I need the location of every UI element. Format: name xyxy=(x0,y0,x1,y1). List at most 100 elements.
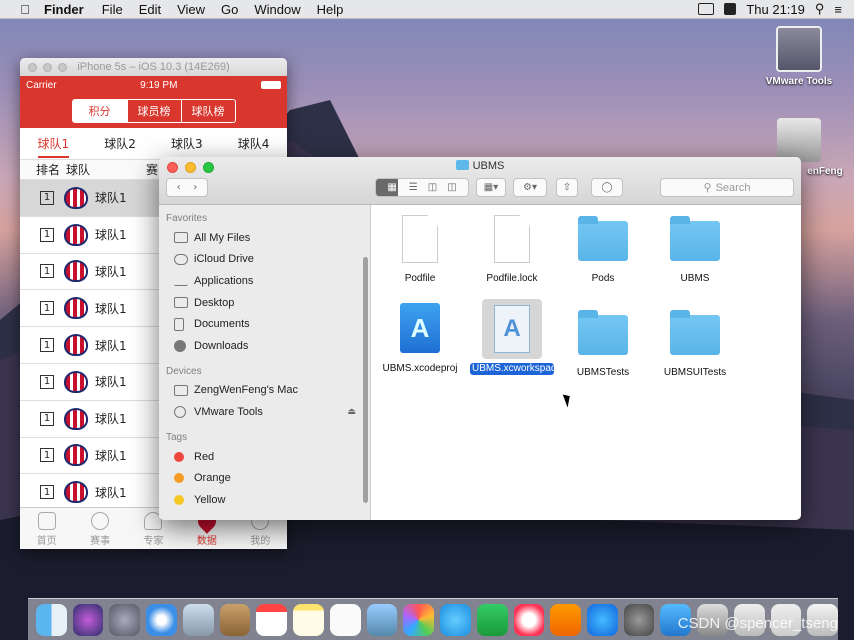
nav-bar: 积分 球员榜 球队榜 xyxy=(20,94,287,128)
notification-center-icon[interactable]: ≡ xyxy=(834,2,842,17)
team-tab-4[interactable]: 球队4 xyxy=(238,135,270,152)
hard-drive-icon xyxy=(777,118,821,162)
file-item-ubmsuitests[interactable]: UBMSUITests xyxy=(648,309,742,378)
forward-icon[interactable]: › xyxy=(193,182,197,193)
file-item-podfile-lock[interactable]: Podfile.lock xyxy=(465,215,559,284)
arrange-icon: ▦▾ xyxy=(483,182,499,193)
applications-icon xyxy=(174,275,188,287)
file-item-ubmstests[interactable]: UBMSTests xyxy=(556,309,650,378)
simulator-title: iPhone 5s – iOS 10.3 (14E269) xyxy=(77,61,230,73)
back-forward-buttons[interactable]: ‹ › xyxy=(166,178,208,197)
sidebar-item-applications[interactable]: Applications xyxy=(159,270,370,292)
clock[interactable]: Thu 21:19 xyxy=(746,2,805,17)
folder-icon xyxy=(670,310,720,355)
sidebar-item-tag-green[interactable]: Green xyxy=(159,511,370,516)
team-tab-2[interactable]: 球队2 xyxy=(104,135,136,152)
rank-badge: 1 xyxy=(40,190,54,205)
tag-button[interactable]: ◯ xyxy=(591,178,623,197)
photos-icon[interactable] xyxy=(403,603,435,636)
airplay-icon[interactable] xyxy=(698,3,715,15)
action-button[interactable]: ⚙▾ xyxy=(513,178,547,197)
preview-icon[interactable] xyxy=(366,603,398,636)
team-crest-icon xyxy=(64,370,88,393)
sidebar-item-icloud-drive[interactable]: iCloud Drive xyxy=(159,249,370,271)
apple-menu-icon[interactable]:  xyxy=(18,2,32,17)
file-item-ubms[interactable]: UBMS xyxy=(648,215,742,284)
mail-icon[interactable] xyxy=(182,603,214,636)
search-field[interactable]: ⚲ Search xyxy=(660,178,794,197)
desktop-icon-vmware-tools[interactable]: VMware Tools xyxy=(753,26,845,87)
facetime-icon[interactable] xyxy=(476,603,508,636)
sidebar-item-documents[interactable]: Documents xyxy=(159,313,370,335)
sidebar-scrollbar[interactable] xyxy=(363,257,368,503)
itunes-icon[interactable] xyxy=(513,603,545,636)
siri-icon[interactable] xyxy=(72,603,104,636)
tab-events[interactable]: 赛事 xyxy=(80,512,120,547)
spotlight-icon[interactable]: ⚲ xyxy=(815,1,825,17)
sidebar-item-all-my-files[interactable]: All My Files xyxy=(159,227,370,249)
sidebar-item-tag-yellow[interactable]: Yellow xyxy=(159,489,370,511)
messages-icon[interactable] xyxy=(440,603,471,636)
input-source-icon[interactable] xyxy=(724,3,737,15)
segment-team-rank[interactable]: 球队榜 xyxy=(180,100,235,122)
team-tab-1[interactable]: 球队1 xyxy=(37,135,70,158)
reminders-icon[interactable] xyxy=(329,603,361,636)
team-name: 球队1 xyxy=(95,301,127,316)
menu-go[interactable]: Go xyxy=(221,2,238,17)
sidebar-item-label: Orange xyxy=(194,472,231,485)
app-menu-finder[interactable]: Finder xyxy=(44,2,84,17)
sidebar-item-tag-orange[interactable]: Orange xyxy=(159,467,370,489)
zoom-button[interactable] xyxy=(58,63,67,72)
eject-icon[interactable]: ⏏ xyxy=(347,406,356,417)
minimize-button[interactable] xyxy=(43,63,52,72)
cover-flow-icon[interactable]: ◫ xyxy=(447,182,456,193)
launchpad-icon[interactable] xyxy=(109,603,141,636)
app-store-icon[interactable] xyxy=(587,603,618,636)
menu-view[interactable]: View xyxy=(177,2,205,17)
sidebar-item-tag-red[interactable]: Red xyxy=(159,446,370,468)
carrier-label: Carrier xyxy=(26,79,57,91)
safari-icon[interactable] xyxy=(146,603,177,636)
menu-file[interactable]: File xyxy=(102,2,123,17)
sidebar-item-downloads[interactable]: Downloads xyxy=(159,335,370,357)
menu-help[interactable]: Help xyxy=(317,2,344,17)
ibooks-icon[interactable] xyxy=(550,603,582,636)
file-item-pods[interactable]: Pods xyxy=(556,215,650,284)
sidebar-item-label: Documents xyxy=(194,318,250,331)
rank-badge: 1 xyxy=(40,301,54,316)
simulator-titlebar[interactable]: iPhone 5s – iOS 10.3 (14E269) xyxy=(20,58,287,76)
tab-home[interactable]: 首页 xyxy=(27,512,67,547)
laptop-icon xyxy=(174,384,188,396)
share-button[interactable]: ⇧ xyxy=(556,178,578,197)
file-item-podfile[interactable]: Podfile xyxy=(373,215,467,284)
header-rank: 排名 xyxy=(36,163,61,177)
view-mode-buttons[interactable]: ▦ ☰ ◫ ◫ xyxy=(375,178,469,197)
finder-icon[interactable] xyxy=(36,603,67,636)
tab-label: 专家 xyxy=(143,536,164,547)
sidebar-item-vmware-tools[interactable]: VMware Tools ⏏ xyxy=(159,401,370,423)
file-item-xcodeproj[interactable]: A UBMS.xcodeproj xyxy=(373,303,467,374)
file-item-xcworkspace[interactable]: A UBMS.xcworkspace xyxy=(465,299,561,375)
sidebar-heading-favorites: Favorites xyxy=(166,213,208,224)
column-view-icon[interactable]: ◫ xyxy=(428,182,437,193)
menu-edit[interactable]: Edit xyxy=(139,2,161,17)
calendar-icon[interactable] xyxy=(256,603,288,636)
contacts-icon[interactable] xyxy=(219,603,251,636)
segment-player-rank[interactable]: 球员榜 xyxy=(126,100,181,122)
close-button[interactable] xyxy=(28,63,37,72)
back-icon[interactable]: ‹ xyxy=(177,182,181,193)
gear-icon: ⚙▾ xyxy=(523,182,537,193)
team-tab-3[interactable]: 球队3 xyxy=(171,135,203,152)
list-view-icon[interactable]: ☰ xyxy=(409,182,418,193)
sidebar-item-desktop[interactable]: Desktop xyxy=(159,292,370,314)
segment-points[interactable]: 积分 xyxy=(72,100,127,122)
icon-view-icon[interactable]: ▦ xyxy=(387,182,396,193)
arrange-button[interactable]: ▦▾ xyxy=(476,178,506,197)
notes-icon[interactable] xyxy=(293,603,324,636)
menu-window[interactable]: Window xyxy=(254,2,300,17)
team-crest-icon xyxy=(64,186,88,209)
sidebar-item-mac[interactable]: ZengWenFeng's Mac xyxy=(159,380,370,402)
ios-status-bar: Carrier 9:19 PM xyxy=(20,76,287,94)
system-preferences-icon[interactable] xyxy=(623,603,655,636)
team-name: 球队1 xyxy=(95,228,127,243)
